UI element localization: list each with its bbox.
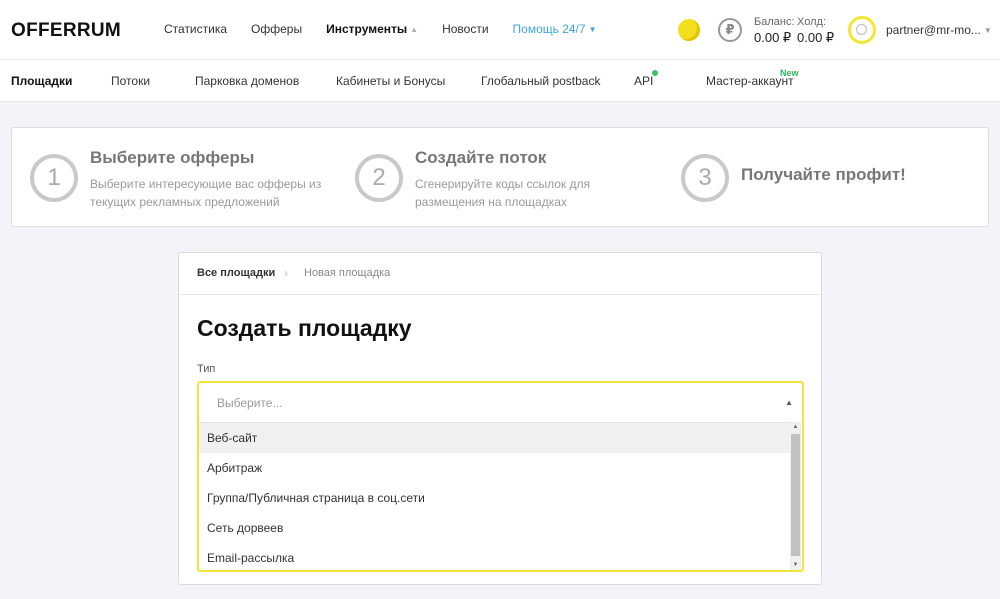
main-nav: Статистика Офферы Инструменты ▲ Новости П… <box>164 22 620 36</box>
step-description: Выберите интересующие вас офферы из теку… <box>90 175 321 211</box>
nav-offers-label: Офферы <box>251 22 303 36</box>
create-platform-card: Все площадки › Новая площадка Создать пл… <box>178 252 822 585</box>
option-doorway-network[interactable]: Сеть дорвеев <box>199 513 793 543</box>
step-title: Выберите офферы <box>90 148 255 167</box>
type-label: Тип <box>197 363 216 375</box>
step-description-line: текущих рекламных предложений <box>90 195 280 209</box>
balance-value: 0.00 ₽ <box>754 30 792 45</box>
breadcrumb: Все площадки › Новая площадка <box>179 253 821 295</box>
chevron-down-icon: ▼ <box>983 26 992 35</box>
sub-nav: Площадки Потоки Парковка доменов Кабинет… <box>0 60 1000 102</box>
type-select[interactable]: Выберите... ▲ Веб-сайт Арбитраж Группа/П… <box>197 381 804 572</box>
chevron-up-icon: ▲ <box>410 25 419 34</box>
step-description: Сгенерируйте коды ссылок для размещения … <box>415 175 590 211</box>
user-menu[interactable]: partner@mr-mo... ▼ <box>886 23 992 37</box>
subnav-domain-parking[interactable]: Парковка доменов <box>195 74 299 88</box>
api-status-dot <box>652 70 658 76</box>
nav-help[interactable]: Помощь 24/7 ▼ <box>513 22 597 36</box>
top-header: OFFERRUM Статистика Офферы Инструменты ▲ … <box>0 0 1000 60</box>
scrollbar-thumb[interactable] <box>791 434 800 556</box>
nav-tools-label: Инструменты <box>326 22 408 36</box>
nav-statistics[interactable]: Статистика <box>164 22 227 36</box>
type-select-placeholder: Выберите... <box>217 396 283 410</box>
option-social-group[interactable]: Группа/Публичная страница в соц.сети <box>199 483 793 513</box>
subnav-global-postback[interactable]: Глобальный postback <box>481 74 600 88</box>
subnav-cabinets-bonuses[interactable]: Кабинеты и Бонусы <box>336 74 445 88</box>
avatar[interactable] <box>848 16 876 44</box>
balance-label: Баланс: <box>754 16 795 28</box>
logo[interactable]: OFFERRUM <box>11 20 121 42</box>
balance: Баланс: 0.00 ₽ <box>754 16 795 46</box>
chevron-down-icon: ▼ <box>588 25 597 34</box>
page-title: Создать площадку <box>197 315 412 341</box>
options-scrollbar[interactable]: ▲ ▼ <box>790 422 801 570</box>
ruble-icon[interactable]: ₽ <box>718 18 742 42</box>
nav-statistics-label: Статистика <box>164 22 228 36</box>
step-description-line: Выберите интересующие вас офферы из <box>90 177 322 191</box>
step-number: 3 <box>681 154 729 202</box>
scroll-up-icon[interactable]: ▲ <box>790 424 801 430</box>
steps-card: 1 Выберите офферы Выберите интересующие … <box>11 127 989 227</box>
hold-label: Холд: <box>797 16 826 28</box>
scroll-down-icon[interactable]: ▼ <box>790 562 801 568</box>
coin-icon[interactable] <box>678 19 700 41</box>
subnav-streams[interactable]: Потоки <box>111 74 150 88</box>
step-title: Создайте поток <box>415 148 547 167</box>
type-options-list: Веб-сайт Арбитраж Группа/Публичная стран… <box>199 422 793 570</box>
nav-news-label: Новости <box>442 22 489 36</box>
subnav-platforms[interactable]: Площадки <box>11 74 72 88</box>
nav-offers[interactable]: Офферы <box>251 22 302 36</box>
new-badge: New <box>780 68 799 78</box>
step-number: 1 <box>30 154 78 202</box>
breadcrumb-current: Новая площадка <box>304 267 391 279</box>
step-title: Получайте профит! <box>741 165 906 184</box>
option-arbitrage[interactable]: Арбитраж <box>199 453 793 483</box>
chevron-up-icon: ▲ <box>785 398 793 407</box>
nav-help-label: Помощь 24/7 <box>512 22 586 36</box>
subnav-api[interactable]: API <box>634 74 653 88</box>
user-email: partner@mr-mo... <box>886 23 981 37</box>
step-number: 2 <box>355 154 403 202</box>
hold-value: 0.00 ₽ <box>797 30 835 45</box>
option-website[interactable]: Веб-сайт <box>199 423 793 453</box>
nav-news[interactable]: Новости <box>442 22 488 36</box>
step-description-line: Сгенерируйте коды ссылок для <box>415 177 591 191</box>
nav-tools[interactable]: Инструменты ▲ <box>326 22 418 36</box>
chevron-right-icon: › <box>284 266 288 280</box>
hold: Холд: 0.00 ₽ <box>797 16 834 46</box>
option-email-newsletter[interactable]: Email-рассылка <box>199 543 793 573</box>
step-description-line: размещения на площадках <box>415 195 567 209</box>
breadcrumb-all-platforms[interactable]: Все площадки <box>197 267 275 279</box>
